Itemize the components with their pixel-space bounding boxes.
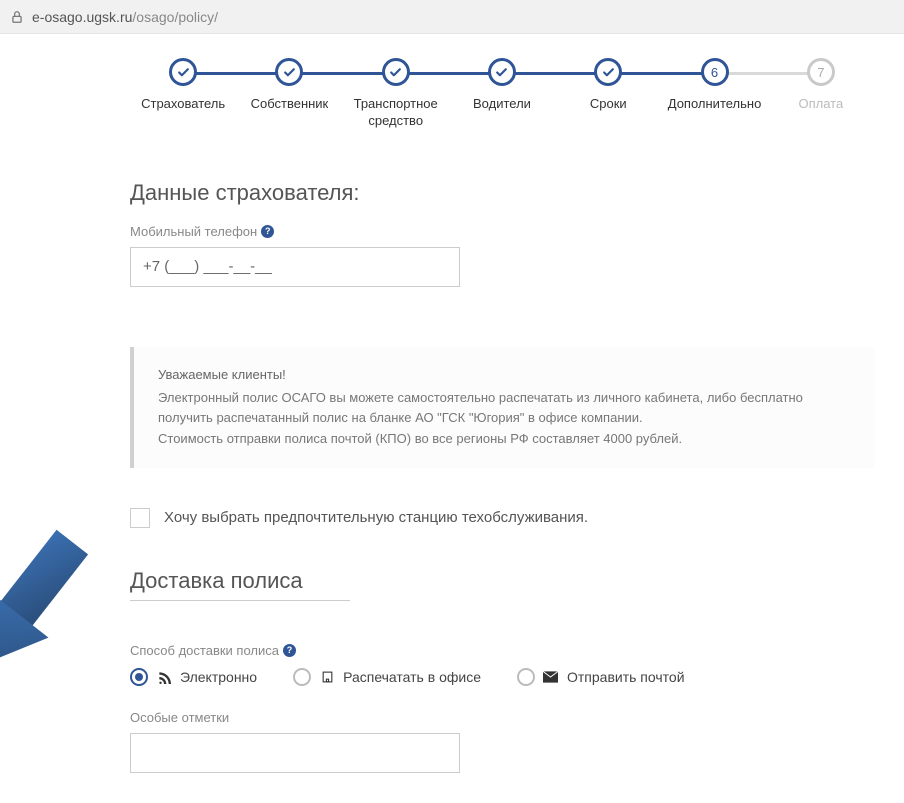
url-path: /osago/policy/ bbox=[132, 9, 218, 25]
radio-icon[interactable] bbox=[293, 668, 311, 686]
info-box: Уважаемые клиенты! Электронный полис ОСА… bbox=[130, 347, 874, 468]
delivery-option-mail[interactable]: Отправить почтой bbox=[517, 668, 685, 686]
option-label: Распечатать в офисе bbox=[343, 669, 481, 685]
address-bar[interactable]: e-osago.ugsk.ru/osago/policy/ bbox=[0, 0, 904, 34]
step-1[interactable]: Страхователь bbox=[130, 58, 236, 113]
step-label: Собственник bbox=[251, 96, 329, 113]
step-number: 6 bbox=[701, 58, 729, 86]
service-station-checkbox-row[interactable]: Хочу выбрать предпочтительную станцию те… bbox=[130, 508, 874, 528]
phone-input[interactable] bbox=[130, 247, 460, 287]
checkbox-label: Хочу выбрать предпочтительную станцию те… bbox=[164, 509, 588, 526]
step-3[interactable]: Транспортное средство bbox=[343, 58, 449, 130]
step-7[interactable]: 7 Оплата bbox=[768, 58, 874, 113]
notes-label: Особые отметки bbox=[130, 710, 874, 725]
delivery-options: Электронно Распечатать в офисе Отправить… bbox=[130, 668, 874, 686]
delivery-heading: Доставка полиса bbox=[130, 568, 350, 601]
url-host: e-osago.ugsk.ru bbox=[32, 9, 132, 25]
info-line: Стоимость отправки полиса почтой (КПО) в… bbox=[158, 429, 850, 450]
step-4[interactable]: Водители bbox=[449, 58, 555, 113]
check-icon bbox=[382, 58, 410, 86]
check-icon bbox=[275, 58, 303, 86]
delivery-option-electronic[interactable]: Электронно bbox=[130, 668, 257, 686]
building-icon bbox=[319, 670, 335, 684]
check-icon bbox=[594, 58, 622, 86]
envelope-icon bbox=[543, 671, 559, 683]
option-label: Электронно bbox=[180, 669, 257, 685]
annotation-arrow-icon bbox=[0, 514, 110, 704]
step-label: Дополнительно bbox=[668, 96, 762, 113]
step-label: Оплата bbox=[798, 96, 843, 113]
step-label: Сроки bbox=[590, 96, 627, 113]
help-icon[interactable]: ? bbox=[261, 225, 274, 238]
radio-icon[interactable] bbox=[130, 668, 148, 686]
step-5[interactable]: Сроки bbox=[555, 58, 661, 113]
step-label: Водители bbox=[473, 96, 531, 113]
step-label: Транспортное средство bbox=[343, 96, 449, 130]
check-icon bbox=[169, 58, 197, 86]
step-6[interactable]: 6 Дополнительно bbox=[661, 58, 767, 113]
radio-icon[interactable] bbox=[517, 668, 535, 686]
phone-label: Мобильный телефон ? bbox=[130, 224, 874, 239]
delivery-method-label: Способ доставки полиса ? bbox=[130, 643, 874, 658]
info-line: Электронный полис ОСАГО вы можете самост… bbox=[158, 388, 850, 430]
info-title: Уважаемые клиенты! bbox=[158, 365, 850, 386]
step-label: Страхователь bbox=[141, 96, 225, 113]
checkbox-icon[interactable] bbox=[130, 508, 150, 528]
rss-icon bbox=[156, 670, 172, 684]
option-label: Отправить почтой bbox=[567, 669, 685, 685]
notes-input[interactable] bbox=[130, 733, 460, 773]
lock-icon bbox=[10, 10, 24, 24]
step-2[interactable]: Собственник bbox=[236, 58, 342, 113]
help-icon[interactable]: ? bbox=[283, 644, 296, 657]
insurer-heading: Данные страхователя: bbox=[130, 180, 874, 206]
delivery-option-office[interactable]: Распечатать в офисе bbox=[293, 668, 481, 686]
progress-stepper: Страхователь Собственник Транспортное сред… bbox=[130, 34, 874, 160]
check-icon bbox=[488, 58, 516, 86]
step-number: 7 bbox=[807, 58, 835, 86]
